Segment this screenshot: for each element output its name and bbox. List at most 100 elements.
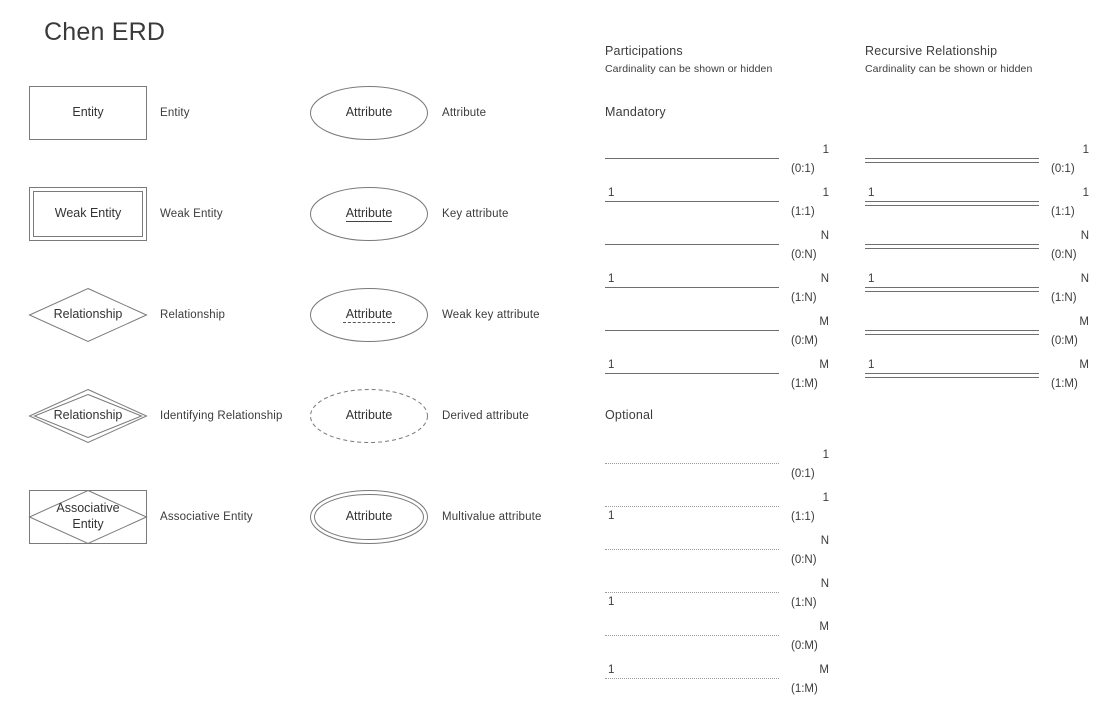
legend-caption: Weak key attribute — [442, 309, 540, 321]
cardinality-tag: (1:M) — [1051, 378, 1078, 390]
legend-caption: Derived attribute — [442, 410, 529, 422]
mandatory-cardinality-row: 1 (0:1) — [605, 144, 833, 175]
relationship-line — [865, 158, 1039, 163]
weak-entity-rectangle-shape: Weak Entity — [29, 187, 147, 241]
mandatory-cardinality-row: N (0:N) — [605, 230, 833, 261]
optional-cardinality-row: 1 (0:1) — [605, 449, 833, 480]
cardinality-left-label: 1 — [608, 187, 615, 199]
cardinality-right-label: 1 — [822, 144, 829, 156]
entity-legend-row: Weak Entity Weak Entity — [29, 187, 223, 241]
cardinality-tag: (1:N) — [791, 292, 817, 304]
recursive-cardinality-row: M (0:M) — [865, 316, 1093, 347]
cardinality-left-label: 1 — [608, 664, 615, 676]
recursive-cardinality-row: 1 (0:1) — [865, 144, 1093, 175]
recursive-header: Recursive Relationship Cardinality can b… — [865, 44, 1032, 75]
entity-legend-row: Relationship Relationship — [28, 287, 225, 343]
recursive-cardinality-row: 1 M (1:M) — [865, 359, 1093, 390]
cardinality-left-label: 1 — [608, 359, 615, 371]
recursive-cardinality-row: N (0:N) — [865, 230, 1093, 261]
legend-caption: Key attribute — [442, 208, 509, 220]
attribute-ellipse-shape: Attribute — [310, 187, 428, 241]
relationship-line — [605, 549, 779, 550]
cardinality-tag: (1:1) — [791, 206, 815, 218]
cardinality-tag: (0:M) — [791, 335, 818, 347]
attribute-legend-row: Attribute Weak key attribute — [310, 288, 540, 342]
recursive-title: Recursive Relationship — [865, 44, 998, 58]
cardinality-right-label: N — [820, 535, 829, 547]
cardinality-tag: (0:M) — [1051, 335, 1078, 347]
cardinality-tag: (1:M) — [791, 683, 818, 695]
relationship-line — [605, 287, 779, 288]
recursive-cardinality-row: 1 N (1:N) — [865, 273, 1093, 304]
relationship-line — [865, 373, 1039, 378]
key-underline: Attribute — [345, 206, 393, 223]
cardinality-right-label: M — [819, 621, 829, 633]
recursive-subtitle: Cardinality can be shown or hidden — [865, 63, 1033, 75]
cardinality-right-label: M — [819, 359, 829, 371]
shape-label: Attribute — [345, 105, 393, 120]
cardinality-tag: (0:1) — [791, 468, 815, 480]
relationship-line — [605, 678, 779, 679]
relationship-diamond-shape: Relationship — [28, 287, 148, 343]
erd-legend-canvas: Chen ERD Entity Entity Weak Entity Weak Ent… — [0, 0, 1120, 710]
legend-caption: Identifying Relationship — [160, 410, 283, 422]
cardinality-right-label: 1 — [1082, 187, 1089, 199]
cardinality-tag: (0:N) — [791, 554, 817, 566]
shape-label: Weak Entity — [54, 206, 122, 221]
cardinality-tag: (0:N) — [791, 249, 817, 261]
cardinality-right-label: 1 — [1082, 144, 1089, 156]
entity-legend-row: Entity Entity — [29, 86, 190, 140]
cardinality-left-label: 1 — [868, 187, 875, 199]
mandatory-cardinality-row: 1 N (1:N) — [605, 273, 833, 304]
relationship-line — [865, 330, 1039, 335]
multivalue-attribute-double-ellipse-shape: Attribute — [310, 490, 428, 544]
cardinality-tag: (1:1) — [791, 511, 815, 523]
page-title: Chen ERD — [44, 18, 166, 46]
shape-label: Associative Entity — [56, 501, 120, 531]
weak-key-underline: Attribute — [342, 307, 396, 324]
cardinality-tag: (0:N) — [1051, 249, 1077, 261]
cardinality-right-label: 1 — [822, 187, 829, 199]
entity-legend-row: Associative Entity Associative Entity — [28, 489, 253, 545]
cardinality-right-label: N — [1080, 230, 1089, 242]
cardinality-tag: (0:1) — [791, 163, 815, 175]
shape-label: Relationship — [53, 307, 123, 322]
cardinality-right-label: N — [820, 230, 829, 242]
cardinality-tag: (0:M) — [791, 640, 818, 652]
attribute-legend-row: Attribute Attribute — [310, 86, 486, 140]
shape-label: Attribute — [342, 307, 396, 324]
cardinality-right-label: 1 — [822, 449, 829, 461]
relationship-line — [605, 244, 779, 245]
associative-entity-shape: Associative Entity — [28, 489, 148, 545]
shape-label: Entity — [72, 105, 104, 120]
cardinality-left-label: 1 — [608, 273, 615, 285]
cardinality-right-label: N — [820, 273, 829, 285]
relationship-line — [605, 373, 779, 374]
cardinality-right-label: M — [819, 664, 829, 676]
participations-header: Participations Cardinality can be shown … — [605, 44, 772, 75]
mandatory-cardinality-row: M (0:M) — [605, 316, 833, 347]
attribute-legend-row: Attribute Multivalue attribute — [310, 490, 542, 544]
legend-caption: Entity — [160, 107, 190, 119]
entity-rectangle-shape: Entity — [29, 86, 147, 140]
shape-label: Relationship — [53, 408, 123, 423]
relationship-line — [605, 158, 779, 159]
cardinality-tag: (1:N) — [1051, 292, 1077, 304]
cardinality-left-label: 1 — [608, 596, 615, 608]
derived-attribute-dashed-ellipse-shape: Attribute — [310, 389, 428, 443]
legend-caption: Associative Entity — [160, 511, 253, 523]
cardinality-left-label: 1 — [608, 510, 615, 522]
optional-cardinality-row: N (0:N) — [605, 535, 833, 566]
participations-subtitle: Cardinality can be shown or hidden — [605, 63, 773, 75]
cardinality-tag: (1:M) — [791, 378, 818, 390]
optional-cardinality-row: M (0:M) — [605, 621, 833, 652]
cardinality-right-label: N — [820, 578, 829, 590]
relationship-line — [865, 287, 1039, 292]
mandatory-cardinality-row: 1 1 (1:1) — [605, 187, 833, 218]
optional-cardinality-row: 1 N (1:N) — [605, 578, 833, 609]
cardinality-tag: (0:1) — [1051, 163, 1075, 175]
entity-legend-row: Relationship Identifying Relationship — [28, 388, 283, 444]
mandatory-title: Mandatory — [605, 105, 666, 119]
shape-label: Attribute — [345, 509, 393, 524]
cardinality-left-label: 1 — [868, 273, 875, 285]
